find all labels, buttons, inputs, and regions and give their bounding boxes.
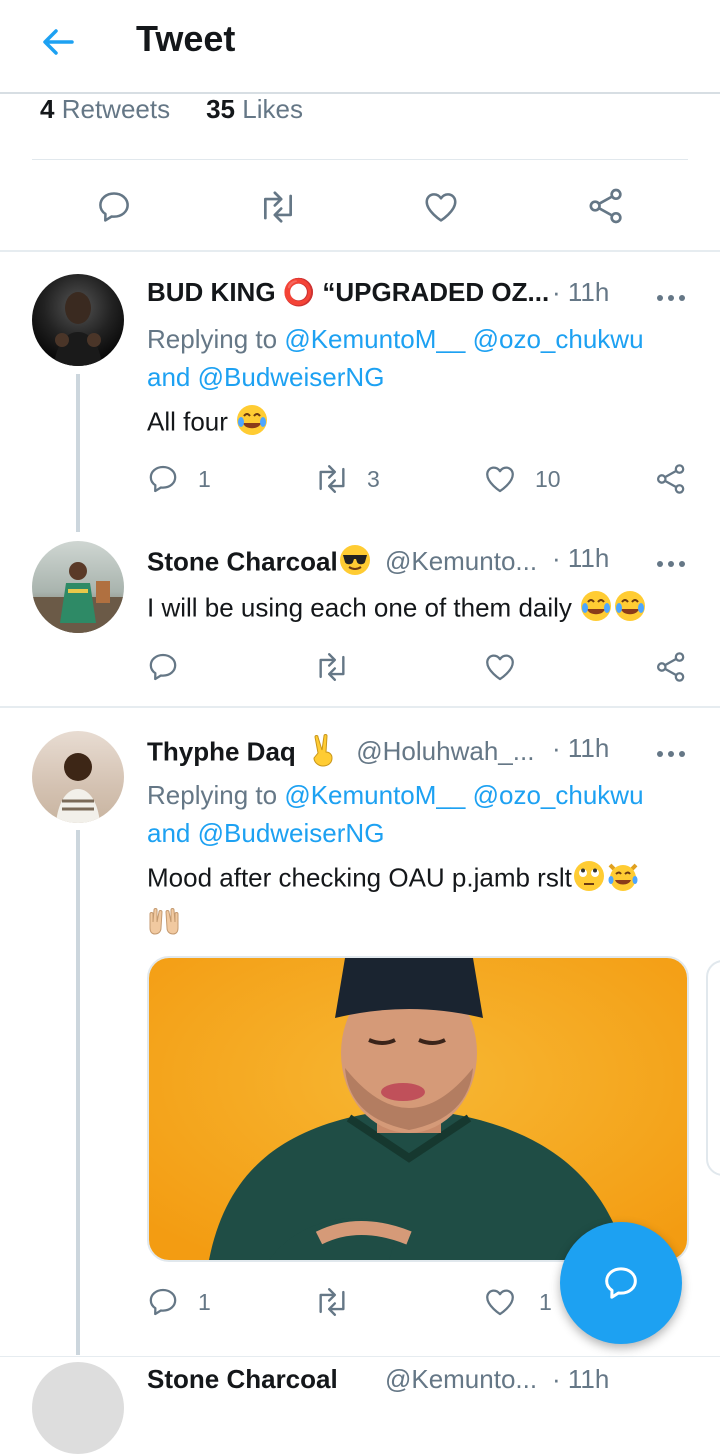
retweet-button[interactable] (257, 188, 299, 226)
retweet-icon (319, 653, 345, 681)
compose-reply-button[interactable] (560, 1222, 682, 1344)
mention-link[interactable]: @KemuntoM__ (284, 324, 465, 354)
thread-line (76, 374, 80, 532)
mention-link[interactable]: @ozo_chukwu (473, 324, 644, 354)
tweet-header: BUD KING ⭕ “UPGRADED OZ... (147, 277, 549, 308)
reply-count: 1 (198, 465, 211, 492)
raised-palms-emoji-icon (147, 904, 181, 945)
like-count: 1 (539, 1288, 552, 1315)
laughing-emoji-icon (613, 589, 647, 630)
tweet-media-image[interactable] (147, 956, 689, 1262)
reply-button[interactable]: 1 (146, 1285, 211, 1319)
like-icon (486, 1289, 514, 1316)
share-icon (656, 464, 685, 494)
avatar[interactable] (32, 541, 124, 633)
like-icon (486, 466, 514, 493)
victory-hand-emoji-icon (309, 733, 339, 774)
divider (32, 159, 688, 160)
like-button[interactable]: 10 (483, 462, 561, 496)
retweet-icon (263, 191, 293, 223)
tweet-header: Thyphe Daq @Holuhwah_... (147, 733, 534, 774)
avatar[interactable] (32, 1362, 124, 1454)
retweet-icon (319, 465, 345, 493)
share-button[interactable] (654, 650, 688, 684)
share-button[interactable] (586, 186, 626, 226)
like-count: 10 (535, 465, 561, 492)
tweet-stats: 4 Retweets 35 Likes (40, 94, 303, 125)
user-handle[interactable]: @Holuhwah_... (356, 736, 534, 766)
cat-laughing-emoji-icon (606, 859, 640, 900)
share-button[interactable] (654, 462, 688, 496)
divider (0, 1356, 720, 1357)
divider (0, 250, 720, 252)
like-icon (425, 193, 457, 222)
tweet-text: I will be using each one of them daily (147, 589, 647, 630)
reply-icon (149, 1288, 177, 1316)
reply-button[interactable] (146, 650, 180, 684)
display-name[interactable]: Stone Charcoal (147, 1364, 338, 1394)
mention-link[interactable]: @BudweiserNG (198, 818, 385, 848)
avatar[interactable] (32, 731, 124, 823)
mention-link[interactable]: @BudweiserNG (198, 362, 385, 392)
user-handle[interactable]: @Kemunto... (385, 546, 537, 576)
user-handle[interactable]: @Kemunto... (385, 1364, 537, 1394)
tweet-header: Stone Charcoal @Kemunto... (147, 543, 537, 584)
like-button[interactable]: 1 (483, 1285, 552, 1319)
reply-button[interactable]: 1 (146, 462, 211, 496)
page-title: Tweet (136, 18, 236, 59)
reply-icon (149, 465, 177, 493)
display-name[interactable]: Thyphe Daq (147, 736, 296, 766)
retweet-icon (319, 1288, 345, 1316)
mention-link[interactable]: @ozo_chukwu (473, 780, 644, 810)
share-icon (656, 652, 685, 682)
avatar[interactable] (32, 274, 124, 366)
like-icon (486, 654, 514, 681)
display-name[interactable]: BUD KING ⭕ “UPGRADED OZ... (147, 277, 549, 307)
eye-roll-emoji-icon (572, 859, 606, 900)
more-icon[interactable] (656, 290, 686, 301)
like-button[interactable] (422, 188, 460, 226)
timestamp: · 11h (552, 543, 610, 573)
more-icon[interactable] (656, 556, 686, 567)
tweet-text: Mood after checking OAU p.jamb rslt (147, 859, 640, 945)
timestamp: · 11h (552, 277, 610, 307)
next-media-card[interactable] (706, 960, 720, 1176)
retweet-count: 3 (367, 465, 380, 492)
mention-link[interactable]: @KemuntoM__ (284, 780, 465, 810)
divider (0, 706, 720, 708)
retweets-stat[interactable]: 4 Retweets (40, 94, 170, 124)
thread-line (76, 830, 80, 1355)
back-arrow-icon[interactable] (38, 22, 78, 62)
laughing-emoji-icon (579, 589, 613, 630)
reply-count: 1 (198, 1288, 211, 1315)
compose-reply-icon (605, 1267, 637, 1299)
replying-to: Replying to @KemuntoM__ @ozo_chukwu and … (147, 780, 644, 848)
display-name[interactable]: Stone Charcoal (147, 546, 338, 576)
reply-icon (149, 653, 177, 681)
replying-to: Replying to @KemuntoM__ @ozo_chukwu and … (147, 324, 644, 392)
reply-icon (99, 192, 129, 222)
retweet-button[interactable] (313, 650, 351, 684)
sunglasses-emoji-icon (338, 543, 372, 584)
reply-button[interactable] (95, 188, 133, 226)
top-bar: Tweet (0, 0, 720, 94)
retweet-button[interactable]: 3 (313, 462, 380, 496)
share-icon (589, 188, 622, 224)
timestamp: · 11h (552, 733, 610, 763)
likes-stat[interactable]: 35 Likes (206, 94, 303, 124)
like-button[interactable] (483, 650, 517, 684)
tweet-text: All four (147, 403, 269, 444)
laughing-emoji-icon (235, 403, 269, 444)
more-icon[interactable] (656, 746, 686, 757)
retweet-button[interactable] (313, 1285, 351, 1319)
